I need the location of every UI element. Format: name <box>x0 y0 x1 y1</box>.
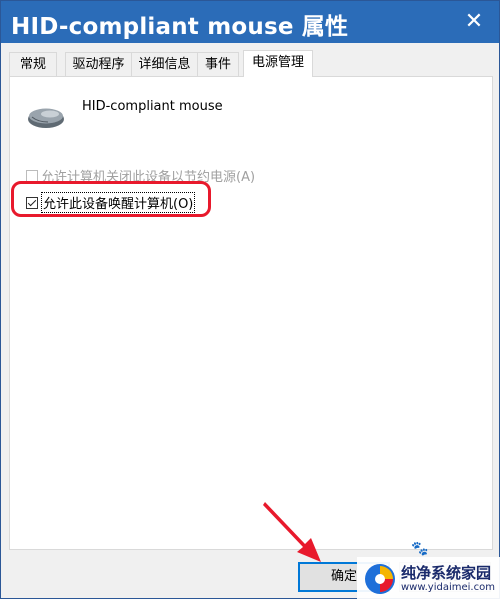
power-management-panel: HID-compliant mouse 允许计算机关闭此设备以节约电源(A) 允… <box>9 76 493 550</box>
device-name: HID-compliant mouse <box>82 99 223 114</box>
logo-icon <box>365 563 395 594</box>
properties-window: HID-compliant mouse 属性 ✕ 常规 驱动程序 详细信息 事件… <box>0 0 500 599</box>
tab-general[interactable]: 常规 <box>9 52 57 76</box>
watermark-text: 纯净系统家园 www.yidaimei.com <box>401 564 495 594</box>
watermark-title: 纯净系统家园 <box>401 563 492 582</box>
watermark: 纯净系统家园 www.yidaimei.com <box>357 557 500 599</box>
watermark-url: www.yidaimei.com <box>401 581 495 593</box>
mouse-icon <box>28 108 64 128</box>
paw-watermark-icon: 🐾 <box>411 541 429 557</box>
title-bar[interactable]: HID-compliant mouse 属性 ✕ <box>1 1 499 43</box>
tab-details[interactable]: 详细信息 <box>131 52 198 76</box>
pointer-arrow-annotation <box>263 502 321 562</box>
tab-power-management[interactable]: 电源管理 <box>243 50 313 77</box>
window-title: HID-compliant mouse 属性 <box>11 14 349 40</box>
tab-events[interactable]: 事件 <box>197 52 239 76</box>
tab-driver[interactable]: 驱动程序 <box>65 52 132 76</box>
close-button[interactable]: ✕ <box>459 7 489 37</box>
highlight-annotation <box>11 181 211 217</box>
tab-strip: 常规 驱动程序 详细信息 事件 电源管理 <box>9 50 493 77</box>
allow-turn-off-checkbox <box>26 169 38 182</box>
